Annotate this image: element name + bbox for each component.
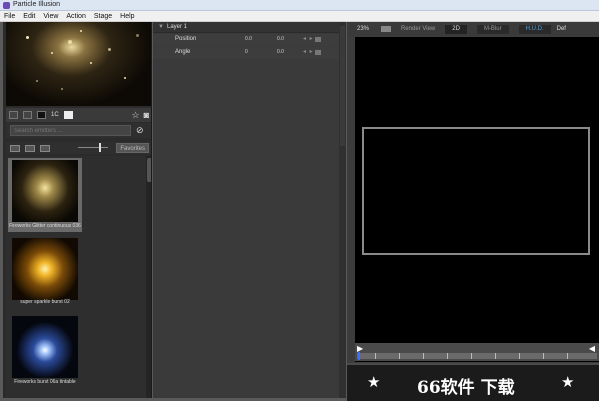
- view-options-row: Favorites: [6, 142, 151, 154]
- library-item[interactable]: super sparkle burst 02: [8, 236, 82, 308]
- library-scrollbar[interactable]: [146, 156, 151, 398]
- library-toolbar: 1C ☆ ◙: [6, 108, 151, 122]
- expand-triangle-icon[interactable]: ▼: [158, 24, 164, 30]
- large-thumbs-button[interactable]: [40, 144, 50, 152]
- favorites-button[interactable]: Favorites: [116, 143, 149, 153]
- keyframe-icon[interactable]: [315, 50, 321, 55]
- star-icon: ★: [367, 374, 381, 391]
- out-point-marker-icon[interactable]: ◀: [589, 344, 595, 353]
- emitter-library-list: Fireworks Glitter continuous 036 super s…: [6, 156, 151, 398]
- emitter-thumbnail: [12, 160, 78, 222]
- emitter-preview: [6, 22, 151, 106]
- keyframe-icon[interactable]: [315, 37, 321, 42]
- menu-action[interactable]: Action: [66, 13, 85, 20]
- star-icon: ★: [561, 374, 575, 391]
- stage-viewport[interactable]: [355, 37, 599, 362]
- viewer-panel: 23% Render View 2D M-Blur H.U.D. Def ▶ ◀…: [347, 22, 599, 401]
- library-item-label: Fireworks Glitter continuous 036: [9, 223, 81, 229]
- property-value-2[interactable]: 0.0: [277, 36, 284, 42]
- motion-blur-button[interactable]: M-Blur: [476, 24, 509, 34]
- property-row-angle[interactable]: Angle 0 0.0 ◂ ▸: [153, 47, 346, 59]
- library-item-label: super sparkle burst 02: [20, 299, 70, 305]
- emitter-thumbnail: [12, 316, 78, 378]
- count-label[interactable]: 1C: [51, 112, 59, 118]
- property-row-position[interactable]: Position 0.0 0.0 ◂ ▸: [153, 34, 346, 46]
- hud-button[interactable]: H.U.D.: [518, 24, 551, 34]
- library-item[interactable]: Fireworks burst 06a tintable: [8, 314, 82, 388]
- clear-filter-icon[interactable]: ⊘: [136, 126, 144, 135]
- timeline-bar[interactable]: [357, 353, 597, 359]
- render-view-button[interactable]: Render View: [401, 26, 435, 32]
- zoom-level[interactable]: 23%: [357, 26, 369, 32]
- thumb-size-slider[interactable]: [78, 147, 108, 148]
- small-thumbs-button[interactable]: [10, 144, 20, 152]
- property-value-1[interactable]: 0.0: [245, 36, 252, 42]
- layers-panel: ▼ Layer 1 Position 0.0 0.0 ◂ ▸ Angle 0 0…: [153, 22, 346, 398]
- mode-2d-button[interactable]: 2D: [445, 24, 467, 34]
- white-background-button[interactable]: [63, 111, 73, 119]
- watermark-text: 66软件 下载: [417, 378, 515, 398]
- viewer-toolbar: 23% Render View 2D M-Blur H.U.D. Def: [347, 22, 599, 36]
- keyframe-nav-icon[interactable]: ◂ ▸: [303, 35, 314, 42]
- playhead[interactable]: [358, 352, 360, 360]
- search-input[interactable]: [10, 125, 131, 136]
- property-name: Angle: [175, 49, 191, 55]
- menu-file[interactable]: File: [4, 13, 15, 20]
- medium-thumbs-button[interactable]: [25, 144, 35, 152]
- layer-row[interactable]: ▼ Layer 1: [153, 22, 346, 33]
- keyframe-nav-icon[interactable]: ◂ ▸: [303, 48, 314, 55]
- library-item[interactable]: Fireworks Glitter continuous 036: [8, 158, 82, 232]
- emitter-thumbnail: [12, 238, 78, 300]
- library-panel: 1C ☆ ◙ ⊘ Favorites Fireworks Glitter con…: [3, 22, 152, 398]
- menu-bar: File Edit View Action Stage Help: [0, 11, 599, 22]
- app-icon: [3, 2, 10, 9]
- stage-frame: [362, 127, 590, 255]
- star-icon[interactable]: ☆: [131, 110, 139, 120]
- layer-name: Layer 1: [167, 24, 188, 30]
- default-button[interactable]: Def: [557, 26, 566, 32]
- property-name: Position: [175, 36, 197, 42]
- library-item-label: Fireworks burst 06a tintable: [14, 379, 76, 385]
- zoom-fit-icon[interactable]: [381, 26, 392, 32]
- search-row: ⊘: [6, 123, 151, 138]
- property-value-2[interactable]: 0.0: [277, 49, 284, 55]
- camera-icon[interactable]: ◙: [144, 110, 149, 120]
- black-background-button[interactable]: [37, 111, 46, 119]
- layers-scrollbar[interactable]: [339, 22, 346, 398]
- menu-stage[interactable]: Stage: [94, 13, 112, 20]
- menu-help[interactable]: Help: [120, 13, 134, 20]
- window-title: Particle Illusion: [13, 1, 61, 8]
- thumb-size-slider-handle[interactable]: [99, 143, 101, 152]
- menu-edit[interactable]: Edit: [23, 13, 35, 20]
- grid-view-button[interactable]: [23, 111, 32, 119]
- timeline[interactable]: ▶ ◀: [355, 343, 599, 361]
- menu-view[interactable]: View: [43, 13, 58, 20]
- property-value-1[interactable]: 0: [245, 49, 248, 55]
- title-bar: Particle Illusion: [0, 0, 599, 11]
- list-view-button[interactable]: [9, 111, 18, 119]
- watermark-banner: ★ 66软件 下载 ★: [347, 363, 599, 401]
